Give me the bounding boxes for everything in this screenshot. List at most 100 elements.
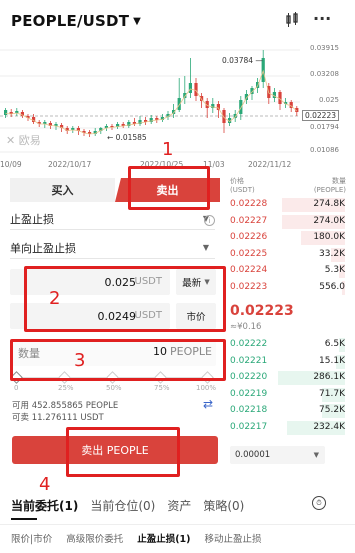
subtab-limit-market[interactable]: 限价|市价 <box>10 531 53 549</box>
ask-row[interactable]: 0.02228 274.8K <box>230 197 345 213</box>
bid-row[interactable]: 0.02220 286.1K <box>230 370 345 386</box>
tab-buy[interactable]: 买入 <box>10 178 115 202</box>
bid-row[interactable]: 0.02219 71.7K <box>230 387 345 403</box>
annotation-number-3: 3 <box>74 350 86 371</box>
last-price: 0.02223 <box>230 303 294 319</box>
header-text: (PEOPLE) <box>313 186 346 194</box>
info-icon[interactable]: i <box>204 215 215 226</box>
header-text: 数量 <box>332 177 346 185</box>
watermark-text: 欧易 <box>18 134 41 147</box>
tab-strategies[interactable]: 策略(0) <box>203 497 244 515</box>
slider-label: 0 <box>14 384 19 392</box>
candlestick-series <box>0 49 300 153</box>
x-tick-label: 2022/11/12 <box>248 160 292 169</box>
row-size: 15.1K <box>319 355 345 366</box>
candle-body <box>239 100 243 114</box>
row-size: 286.1K <box>313 372 345 382</box>
chevron-down-icon: ▼ <box>133 16 142 27</box>
tab-assets[interactable]: 资产 <box>167 497 191 515</box>
annotation-box-4 <box>66 427 180 477</box>
header-text: (USDT) <box>230 186 255 194</box>
bid-row[interactable]: 0.02221 15.1K <box>230 354 345 370</box>
depth-precision-select[interactable]: 0.00001 ▼ <box>230 446 325 464</box>
y-tick-label: 0.01794 <box>310 123 339 131</box>
x-tick-label: 2022/10/17 <box>48 160 92 169</box>
row-price: 0.02228 <box>230 199 268 209</box>
ask-row[interactable]: 0.02223 556.0 <box>230 280 345 296</box>
orderbook-price-header: 价格 (USDT) <box>230 177 255 195</box>
ask-row[interactable]: 0.02227 274.0K <box>230 214 345 230</box>
pair-name: PEOPLE/USDT <box>11 12 130 30</box>
row-price: 0.02221 <box>230 355 268 366</box>
history-icon[interactable]: ⏱ <box>312 496 326 510</box>
y-tick-label: 0.01086 <box>310 146 339 154</box>
high-price-label: 0.03784 — <box>222 56 263 65</box>
x-tick-label: 10/09 <box>0 160 22 169</box>
subtab-advanced-limit[interactable]: 高级限价委托 <box>65 531 124 549</box>
sub-type-select[interactable]: 单向止盈止损 ▼ <box>10 237 215 259</box>
ask-row[interactable]: 0.02225 33.2K <box>230 247 345 263</box>
kline-chart[interactable]: 0.03915 0.03208 0.025 0.02223 0.01794 0.… <box>0 38 355 172</box>
y-tick-label: 0.03208 <box>310 70 339 78</box>
order-type-select[interactable]: 止盈止损 ▼ <box>10 208 215 230</box>
current-price-marker: 0.02223 <box>301 110 339 121</box>
low-price-label: ← 0.01585 <box>107 133 147 142</box>
high-value: 0.03784 <box>222 56 254 65</box>
pair-selector[interactable]: PEOPLE/USDT ▼ <box>11 12 141 30</box>
ask-row[interactable]: 0.02224 5.3K <box>230 263 345 279</box>
bid-row[interactable]: 0.02217 232.4K <box>230 420 345 436</box>
bid-row[interactable]: 0.02218 75.2K <box>230 403 345 419</box>
row-price: 0.02219 <box>230 388 268 399</box>
sub-type-value: 单向止盈止损 <box>10 241 76 255</box>
row-price: 0.02224 <box>230 265 268 275</box>
y-tick-label: 0.03915 <box>310 44 339 52</box>
annotation-box-3 <box>10 339 226 381</box>
row-price: 0.02227 <box>230 215 268 226</box>
annotation-number-2: 2 <box>49 288 61 309</box>
subtab-tp-sl[interactable]: 止盈止损(1) <box>136 531 191 549</box>
last-price-fiat: ≈¥0.16 <box>230 322 262 332</box>
row-price: 0.02217 <box>230 421 268 432</box>
candle-body <box>216 104 220 110</box>
order-subtabs: 限价|市价 高级限价委托 止盈止损(1) 移动止盈止损 <box>10 531 355 549</box>
tab-positions[interactable]: 当前仓位(0) <box>90 497 155 515</box>
row-price: 0.02226 <box>230 232 268 242</box>
row-size: 274.0K <box>313 215 345 226</box>
y-tick-label: 0.025 <box>318 96 339 104</box>
active-tab-indicator <box>11 518 37 520</box>
subtab-trailing-stop[interactable]: 移动止盈止损 <box>204 531 263 549</box>
orderbook-size-header: 数量 (PEOPLE) <box>312 177 346 195</box>
annotation-number-1: 1 <box>162 139 174 160</box>
row-size: 232.4K <box>313 421 345 432</box>
slider-label: 25% <box>58 384 74 392</box>
order-type-value: 止盈止损 <box>10 212 54 226</box>
row-price: 0.02222 <box>230 339 268 349</box>
row-size: 274.8K <box>313 199 345 209</box>
row-price: 0.02220 <box>230 372 268 382</box>
row-size: 75.2K <box>319 405 345 415</box>
ask-row[interactable]: 0.02226 180.0K <box>230 230 345 246</box>
bottom-tabs: 当前委托(1) 当前仓位(0) 资产 策略(0) <box>11 497 244 515</box>
annotation-box-1 <box>128 166 210 210</box>
transfer-icon[interactable]: ⇄ <box>203 397 213 411</box>
low-value: 0.01585 <box>115 133 147 142</box>
row-size: 6.5K <box>324 339 345 349</box>
row-size: 180.0K <box>313 232 345 242</box>
annotation-number-4: 4 <box>39 474 51 495</box>
candle-body <box>188 83 192 93</box>
sellable-balance: 可卖 11.276111 USDT <box>12 413 104 423</box>
slider-label: 100% <box>196 384 217 392</box>
more-icon[interactable]: ··· <box>313 9 331 28</box>
header-text: 价格 <box>230 177 244 185</box>
tab-open-orders[interactable]: 当前委托(1) <box>11 497 78 515</box>
slider-label: 75% <box>154 384 170 392</box>
depth-precision-value: 0.00001 <box>235 450 271 460</box>
chevron-down-icon: ▼ <box>202 243 209 252</box>
divider <box>0 524 355 525</box>
row-price: 0.02223 <box>230 281 268 292</box>
bid-row[interactable]: 0.02222 6.5K <box>230 337 345 353</box>
row-size: 556.0 <box>319 281 345 292</box>
okx-watermark: ✕ 欧易 <box>6 134 41 147</box>
row-price: 0.02218 <box>230 405 268 415</box>
candlestick-icon[interactable] <box>285 12 299 32</box>
